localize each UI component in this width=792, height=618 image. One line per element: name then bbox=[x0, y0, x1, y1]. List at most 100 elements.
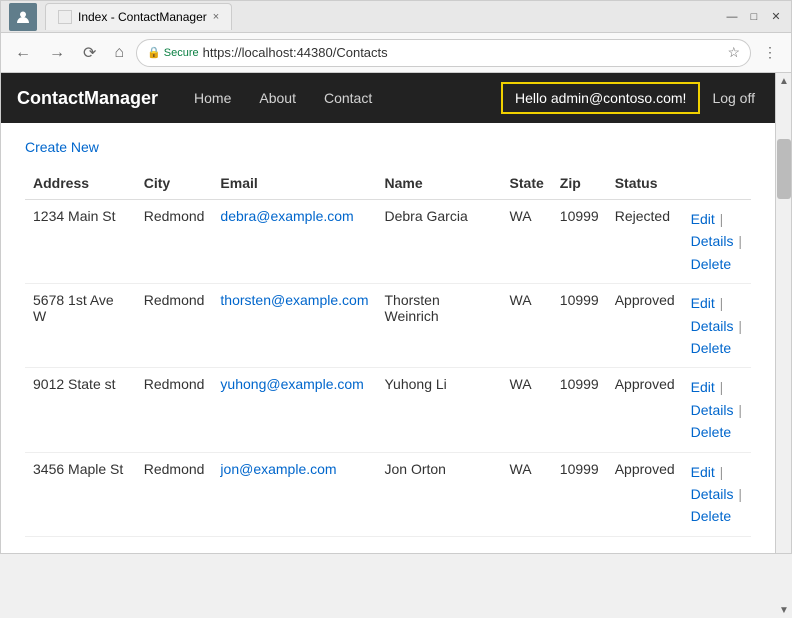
cell-address: 3456 Maple St bbox=[25, 452, 136, 536]
table-row: 9012 State stRedmond yuhong@example.com Yu… bbox=[25, 368, 751, 452]
cell-name: Thorsten Weinrich bbox=[376, 284, 501, 368]
col-actions bbox=[683, 167, 751, 200]
nav-links: Home About Contact bbox=[182, 82, 384, 114]
col-address: Address bbox=[25, 167, 136, 200]
back-button[interactable]: ← bbox=[9, 40, 37, 66]
action-edit-link[interactable]: Edit bbox=[691, 211, 715, 227]
nav-about[interactable]: About bbox=[247, 82, 308, 114]
app-navbar: ContactManager Home About Contact Hello … bbox=[1, 73, 775, 123]
action-separator: | bbox=[716, 295, 724, 311]
cell-zip: 10999 bbox=[552, 200, 607, 284]
tab-title: Index - ContactManager bbox=[78, 10, 207, 24]
cell-actions: Edit |Details |Delete bbox=[683, 452, 751, 536]
cell-email[interactable]: thorsten@example.com bbox=[212, 284, 376, 368]
cell-zip: 10999 bbox=[552, 368, 607, 452]
url-bar[interactable]: 🔒 Secure https://localhost:44380/Contact… bbox=[136, 39, 751, 67]
reload-button[interactable]: ⟳ bbox=[77, 39, 102, 67]
cell-zip: 10999 bbox=[552, 284, 607, 368]
scroll-up-arrow[interactable]: ▲ bbox=[776, 73, 792, 89]
action-separator: | bbox=[716, 379, 724, 395]
url-text: https://localhost:44380/Contacts bbox=[203, 45, 388, 60]
table-row: 1234 Main StRedmond debra@example.com Debr… bbox=[25, 200, 751, 284]
email-link[interactable]: yuhong@example.com bbox=[220, 376, 363, 392]
col-city: City bbox=[136, 167, 213, 200]
action-delete-link[interactable]: Delete bbox=[691, 340, 731, 356]
create-new-link[interactable]: Create New bbox=[25, 139, 99, 155]
cell-city: Redmond bbox=[136, 200, 213, 284]
cell-city: Redmond bbox=[136, 368, 213, 452]
cell-zip: 10999 bbox=[552, 452, 607, 536]
action-details-link[interactable]: Details bbox=[691, 402, 734, 418]
table-row: 3456 Maple StRedmond jon@example.com Jon O… bbox=[25, 452, 751, 536]
cell-address: 5678 1st Ave W bbox=[25, 284, 136, 368]
cell-actions: Edit |Details |Delete bbox=[683, 200, 751, 284]
cell-status: Approved bbox=[607, 368, 683, 452]
email-link[interactable]: jon@example.com bbox=[220, 461, 336, 477]
col-zip: Zip bbox=[552, 167, 607, 200]
tab-favicon bbox=[58, 10, 72, 24]
cell-email[interactable]: yuhong@example.com bbox=[212, 368, 376, 452]
cell-address: 1234 Main St bbox=[25, 200, 136, 284]
nav-contact[interactable]: Contact bbox=[312, 82, 384, 114]
action-separator: | bbox=[734, 402, 742, 418]
action-details-link[interactable]: Details bbox=[691, 318, 734, 334]
cell-name: Yuhong Li bbox=[376, 368, 501, 452]
email-link[interactable]: debra@example.com bbox=[220, 208, 353, 224]
cell-name: Jon Orton bbox=[376, 452, 501, 536]
action-details-link[interactable]: Details bbox=[691, 233, 734, 249]
cell-state: WA bbox=[502, 284, 552, 368]
browser-menu-button[interactable]: ⋮ bbox=[757, 40, 783, 65]
nav-home[interactable]: Home bbox=[182, 82, 243, 114]
cell-state: WA bbox=[502, 452, 552, 536]
col-status: Status bbox=[607, 167, 683, 200]
bookmark-icon[interactable]: ☆ bbox=[727, 44, 740, 61]
scroll-thumb[interactable] bbox=[777, 139, 791, 199]
action-separator: | bbox=[734, 318, 742, 334]
table-header-row: Address City Email Name State Zip Status bbox=[25, 167, 751, 200]
action-delete-link[interactable]: Delete bbox=[691, 256, 731, 272]
forward-button[interactable]: → bbox=[43, 40, 71, 66]
action-edit-link[interactable]: Edit bbox=[691, 379, 715, 395]
cell-email[interactable]: debra@example.com bbox=[212, 200, 376, 284]
table-row: 5678 1st Ave WRedmond thorsten@example.co… bbox=[25, 284, 751, 368]
logoff-link[interactable]: Log off bbox=[708, 82, 759, 114]
scroll-down-arrow[interactable]: ▼ bbox=[776, 602, 792, 618]
tab-close-button[interactable]: × bbox=[213, 11, 219, 23]
action-separator: | bbox=[716, 464, 724, 480]
cell-status: Approved bbox=[607, 452, 683, 536]
cell-name: Debra Garcia bbox=[376, 200, 501, 284]
action-edit-link[interactable]: Edit bbox=[691, 464, 715, 480]
col-email: Email bbox=[212, 167, 376, 200]
cell-address: 9012 State st bbox=[25, 368, 136, 452]
col-state: State bbox=[502, 167, 552, 200]
page-content: Create New Address City Email Name State… bbox=[1, 123, 775, 553]
browser-tab[interactable]: Index - ContactManager × bbox=[45, 3, 232, 30]
action-edit-link[interactable]: Edit bbox=[691, 295, 715, 311]
cell-city: Redmond bbox=[136, 452, 213, 536]
nav-right: Hello admin@contoso.com! Log off bbox=[501, 82, 759, 114]
cell-city: Redmond bbox=[136, 284, 213, 368]
home-button[interactable]: ⌂ bbox=[108, 40, 130, 66]
action-details-link[interactable]: Details bbox=[691, 486, 734, 502]
close-button[interactable]: ✕ bbox=[769, 10, 783, 24]
cell-state: WA bbox=[502, 368, 552, 452]
action-delete-link[interactable]: Delete bbox=[691, 424, 731, 440]
col-name: Name bbox=[376, 167, 501, 200]
action-delete-link[interactable]: Delete bbox=[691, 508, 731, 524]
cell-actions: Edit |Details |Delete bbox=[683, 284, 751, 368]
secure-label: Secure bbox=[164, 47, 199, 59]
secure-badge: 🔒 Secure bbox=[147, 46, 199, 59]
address-bar: ← → ⟳ ⌂ 🔒 Secure https://localhost:44380… bbox=[1, 33, 791, 73]
cell-status: Rejected bbox=[607, 200, 683, 284]
cell-email[interactable]: jon@example.com bbox=[212, 452, 376, 536]
browser-window: Index - ContactManager × — □ ✕ ← → ⟳ ⌂ 🔒… bbox=[0, 0, 792, 554]
action-separator: | bbox=[734, 233, 742, 249]
action-separator: | bbox=[734, 486, 742, 502]
email-link[interactable]: thorsten@example.com bbox=[220, 292, 368, 308]
scrollbar[interactable]: ▲ ▼ bbox=[775, 73, 791, 553]
lock-icon: 🔒 bbox=[147, 46, 161, 59]
maximize-button[interactable]: □ bbox=[747, 10, 761, 24]
contacts-table: Address City Email Name State Zip Status… bbox=[25, 167, 751, 537]
minimize-button[interactable]: — bbox=[725, 10, 739, 24]
navbar-brand[interactable]: ContactManager bbox=[17, 88, 158, 109]
